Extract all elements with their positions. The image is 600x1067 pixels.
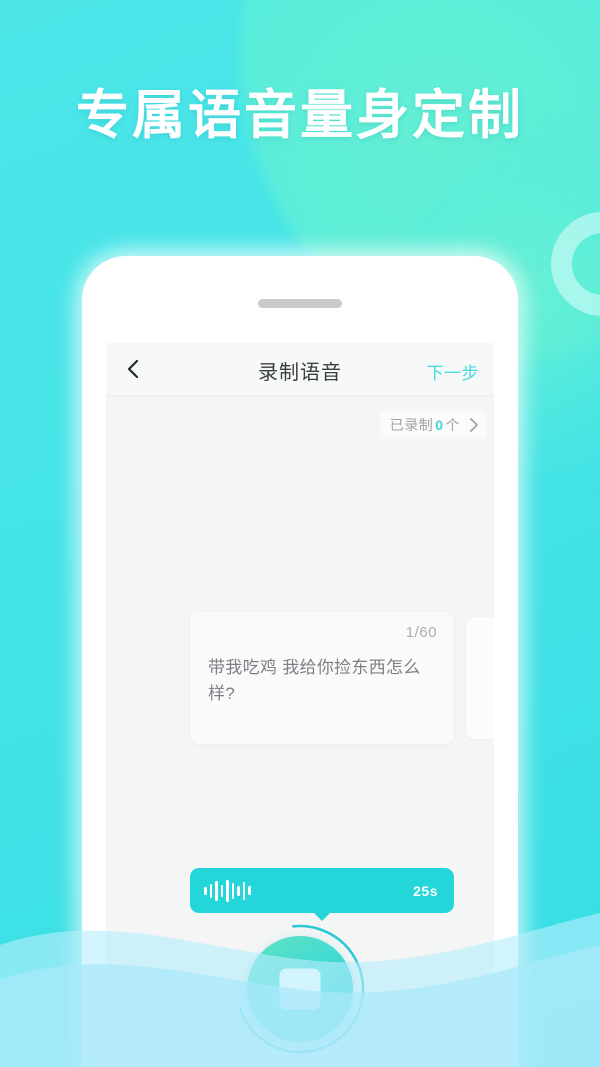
speaker-grille-icon: [258, 299, 342, 308]
waveform-bar: [248, 886, 251, 895]
phrase-index: 1/60: [405, 624, 437, 641]
phrase-card-carousel[interactable]: 1/60 带我吃鸡 我给你捡东西怎么样?: [106, 612, 494, 744]
chevron-right-icon: [469, 417, 480, 433]
recording-duration: 25s: [413, 882, 438, 899]
recorded-prefix: 已录制: [389, 417, 434, 433]
phrase-card-next[interactable]: [466, 617, 494, 739]
waveform-bar: [226, 879, 229, 902]
next-step-button[interactable]: 下一步: [427, 359, 480, 384]
recording-bubble: 25s: [190, 868, 454, 913]
phone-mockup: 录制语音 下一步 已录制 0 个 1/60 带我吃鸡 我给你捡东西怎么样? 25…: [82, 256, 518, 1067]
waveform-bar: [237, 885, 240, 896]
waveform-bar: [220, 884, 223, 897]
navigation-bar: 录制语音 下一步: [106, 343, 494, 396]
page-title: 专属语音量身定制: [76, 86, 524, 145]
recorded-counter[interactable]: 已录制 0 个: [379, 411, 486, 439]
recording-tooltip: 25s: [190, 868, 454, 913]
phrase-card[interactable]: 1/60 带我吃鸡 我给你捡东西怎么样?: [190, 612, 454, 744]
waveform-bar: [209, 883, 212, 898]
waveform-bar: [215, 880, 218, 901]
record-button-face[interactable]: [247, 936, 353, 1042]
waveform-bar: [204, 886, 207, 895]
audio-waveform-icon: [204, 879, 251, 902]
recorded-counter-label: 已录制 0 个: [390, 415, 460, 435]
waveform-bar: [231, 882, 234, 899]
waveform-bar: [242, 881, 245, 900]
recorded-suffix: 个: [445, 417, 460, 433]
recorded-count: 0: [435, 417, 444, 433]
stop-square-icon: [279, 968, 321, 1010]
record-button[interactable]: [234, 923, 366, 1055]
poster-canvas: 专属语音量身定制 录制语音 下一步 已录制 0 个 1/60 带我吃鸡 我给你捡…: [0, 0, 600, 1067]
phrase-text: 带我吃鸡 我给你捡东西怎么样?: [208, 658, 421, 703]
phone-screen: 录制语音 下一步 已录制 0 个 1/60 带我吃鸡 我给你捡东西怎么样? 25…: [106, 343, 494, 1067]
